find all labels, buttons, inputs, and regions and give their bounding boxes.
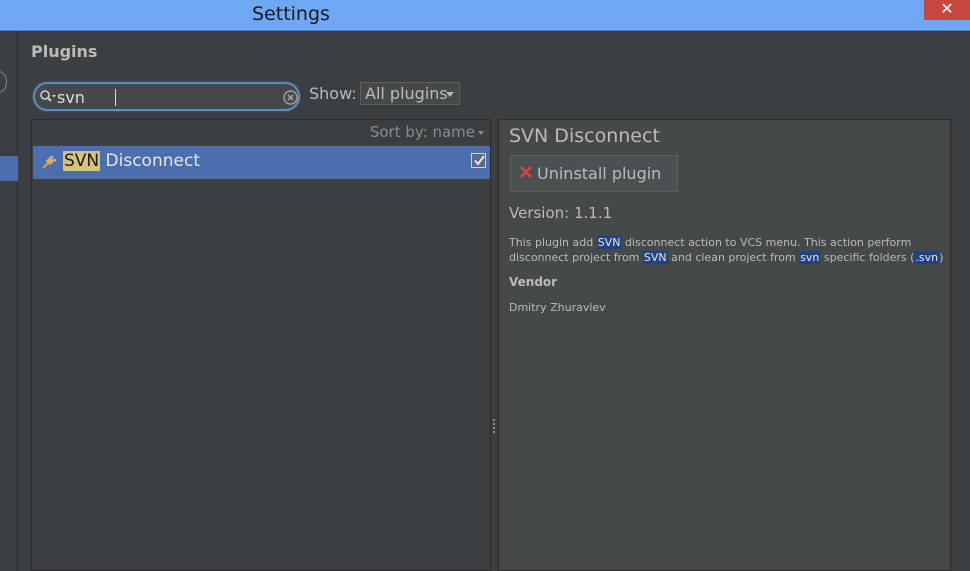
search-match-highlight: SVN <box>63 151 101 171</box>
title-bar: Settings ✕ <box>0 0 970 31</box>
vendor-name: Dmitry Zhuravlev <box>509 301 606 314</box>
show-filter-label: Show: <box>309 84 357 103</box>
description-highlight: SVN <box>596 236 622 249</box>
sidebar-item-plugins-selected[interactable] <box>0 156 18 181</box>
description-highlight: SVN <box>642 251 668 264</box>
clear-search-icon[interactable] <box>283 90 298 105</box>
vendor-label: Vendor <box>509 275 558 289</box>
plugin-name: SVN Disconnect <box>63 151 200 171</box>
plugin-details: SVN Disconnect Uninstall plugin Version:… <box>498 119 951 571</box>
settings-sidebar <box>0 31 18 571</box>
checkmark-icon <box>474 155 485 166</box>
plugin-description: This plugin add SVN disconnect action to… <box>509 235 944 265</box>
uninstall-label: Uninstall plugin <box>537 164 662 183</box>
plugin-plug-icon <box>42 155 57 169</box>
page-title: Plugins <box>31 42 98 61</box>
close-button[interactable]: ✕ <box>924 0 970 20</box>
description-text: This plugin add <box>509 236 597 249</box>
plugin-name-rest: Disconnect <box>100 151 200 171</box>
description-text: specific folders ( <box>820 251 915 264</box>
plugin-enabled-checkbox[interactable] <box>471 153 486 168</box>
description-highlight: svn <box>799 251 821 264</box>
plugin-list: Sort by: name SVN Disconnect <box>31 119 491 571</box>
text-caret <box>115 89 116 106</box>
chevron-down-icon <box>446 92 454 97</box>
red-x-icon <box>520 166 532 178</box>
plugin-detail-title: SVN Disconnect <box>509 125 660 147</box>
description-text: ) <box>939 251 944 264</box>
window-title: Settings <box>252 3 330 25</box>
search-box[interactable] <box>33 82 300 111</box>
list-item[interactable]: SVN Disconnect <box>33 146 490 179</box>
plugin-version: Version: 1.1.1 <box>509 204 613 222</box>
splitter-grip-icon[interactable] <box>492 418 496 434</box>
search-input[interactable] <box>57 87 277 107</box>
chevron-down-icon <box>478 130 484 135</box>
sort-by-dropdown[interactable]: Sort by: name <box>370 123 484 141</box>
sidebar-search-icon[interactable] <box>0 71 7 93</box>
show-filter-value: All plugins <box>365 84 448 103</box>
sort-by-label: Sort by: name <box>369 123 475 141</box>
description-text: and clean project from <box>667 251 800 264</box>
show-filter-dropdown[interactable]: All plugins <box>360 82 460 105</box>
description-highlight: .svn <box>914 251 940 264</box>
uninstall-plugin-button[interactable]: Uninstall plugin <box>510 155 678 192</box>
search-icon[interactable] <box>39 89 57 105</box>
